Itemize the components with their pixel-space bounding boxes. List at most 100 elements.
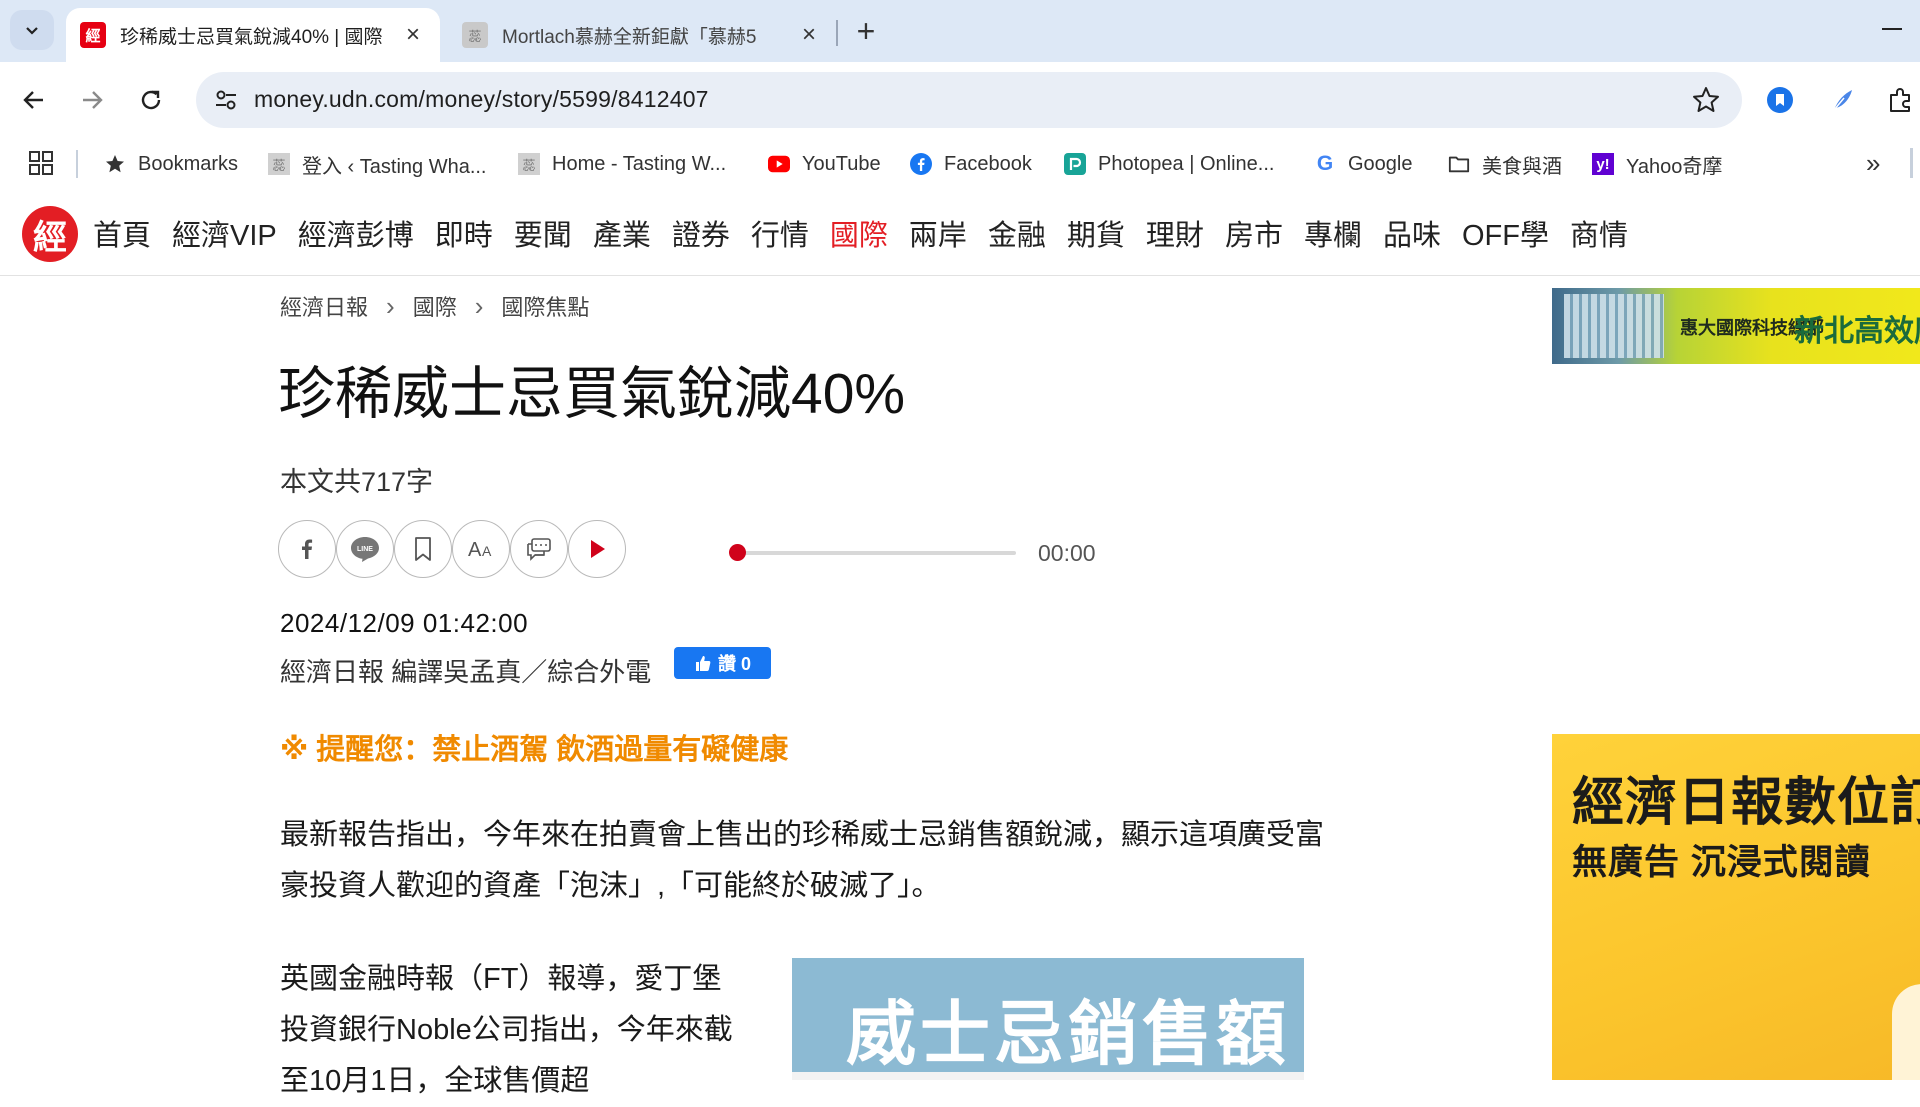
apps-grid-icon[interactable] [28, 150, 54, 176]
site-nav: 經 首頁 經濟VIP 經濟彭博 即時 要聞 產業 證券 行情 國際 兩岸 金融 期貨 理財 房市 專欄 品味 O… [0, 192, 1920, 276]
breadcrumb: 經濟日報 › 國際 › 國際焦點 [280, 290, 589, 322]
site-logo[interactable]: 經 [22, 206, 78, 262]
tab-title: 珍稀威士忌買氣銳減40% | 國際 [120, 26, 383, 48]
play-icon [591, 540, 605, 558]
article-image[interactable]: 威士忌銷售額 [792, 958, 1304, 1080]
folder-icon [1448, 153, 1470, 175]
udn-logo: 經 [80, 22, 106, 48]
tab-title: Mortlach慕赫全新鉅獻「慕赫5 [502, 26, 757, 48]
tab-search-button[interactable] [10, 10, 54, 50]
bookmark-item[interactable]: G Google [1314, 148, 1413, 180]
article-paragraph: 最新報告指出，今年來在拍賣會上售出的珍稀威士忌銷售額銳減，顯示這項廣受富豪投資人… [280, 819, 1325, 902]
tasting-logo: 蕊 [268, 153, 290, 175]
nav-item[interactable]: 行情 [751, 212, 809, 254]
close-icon[interactable]: × [798, 23, 820, 47]
nav-item[interactable]: 專欄 [1304, 212, 1362, 254]
share-facebook-button[interactable] [278, 520, 336, 578]
tab-active[interactable]: 經 珍稀威士忌買氣銳減40% | 國際 × [66, 8, 440, 62]
comment-button[interactable] [510, 520, 568, 578]
forward-button[interactable] [70, 78, 114, 122]
word-count: 本文共717字 [280, 467, 434, 497]
bookmark-item[interactable]: y! Yahoo奇摩 [1592, 148, 1722, 180]
chevron-right-icon: › [386, 290, 395, 321]
breadcrumb-item[interactable]: 國際焦點 [501, 290, 589, 322]
back-button[interactable] [12, 78, 56, 122]
ad-banner[interactable]: 惠大國際科技總部 新北高效廊 [1552, 288, 1920, 364]
nav-item[interactable]: OFF學 [1462, 212, 1549, 254]
google-icon: G [1316, 152, 1334, 175]
nav-item[interactable]: 品味 [1383, 212, 1441, 254]
close-icon[interactable]: × [402, 23, 424, 47]
nav-item[interactable]: 即時 [435, 212, 493, 254]
nav-item[interactable]: 產業 [593, 212, 651, 254]
share-line-button[interactable]: LINE [336, 520, 394, 578]
more-bookmarks-icon[interactable]: » [1866, 148, 1880, 179]
youtube-icon [768, 153, 790, 175]
bookmark-divider [76, 150, 78, 178]
bookmark-folder[interactable]: 美食與酒 [1448, 148, 1562, 180]
minimize-button[interactable] [1882, 28, 1902, 30]
address-bar[interactable]: money.udn.com/money/story/5599/8412407 [196, 72, 1742, 128]
new-tab-button[interactable]: + [846, 12, 886, 52]
font-size-button[interactable]: AA [452, 520, 510, 578]
image-caption: 威士忌銷售額 [846, 995, 1290, 1073]
article-title: 珍稀威士忌買氣銳減40% [278, 362, 906, 426]
svg-text:A: A [482, 543, 492, 559]
nav-item[interactable]: 期貨 [1067, 212, 1125, 254]
play-audio-button[interactable] [568, 520, 626, 578]
nav-item[interactable]: 證券 [672, 212, 730, 254]
nav-item[interactable]: 金融 [988, 212, 1046, 254]
nav-item[interactable]: 房市 [1225, 212, 1283, 254]
nav-item[interactable]: 國際 [830, 212, 888, 254]
site-settings-icon[interactable] [212, 86, 240, 114]
nav-item[interactable]: 理財 [1146, 212, 1204, 254]
breadcrumb-item[interactable]: 經濟日報 [280, 290, 368, 322]
tab-strip: 經 珍稀威士忌買氣銳減40% | 國際 × 蕊 Mortlach慕赫全新鉅獻「慕… [0, 0, 1920, 62]
bookmark-item[interactable]: YouTube [768, 148, 881, 180]
reload-icon [141, 90, 161, 110]
person-image [1892, 984, 1920, 1080]
extensions-puzzle-icon[interactable] [1884, 84, 1916, 116]
bookmark-item[interactable]: 蕊 登入 ‹ Tasting Wha... [268, 148, 487, 180]
tab-inactive[interactable]: 蕊 Mortlach慕赫全新鉅獻「慕赫5 × [448, 8, 836, 62]
tasting-logo: 蕊 [518, 153, 540, 175]
audio-time: 00:00 [1038, 540, 1096, 566]
publish-datetime: 2024/12/09 01:42:00 [280, 608, 529, 638]
nav-item[interactable]: 經濟VIP [172, 212, 277, 254]
reload-button[interactable] [129, 78, 173, 122]
bookmark-star-icon[interactable] [1690, 84, 1722, 116]
extension-bookmark-icon[interactable] [1764, 84, 1796, 116]
browser-toolbar: money.udn.com/money/story/5599/8412407 [0, 62, 1920, 136]
ad-subtitle: 無廣告 沉浸式閱讀 [1572, 843, 1871, 882]
bookmark-item[interactable]: Facebook [910, 148, 1032, 180]
nav-item[interactable]: 首頁 [93, 212, 151, 254]
bookmark-item[interactable]: Photopea | Online... [1064, 148, 1274, 180]
audio-progress-track[interactable] [734, 551, 1016, 555]
url-text: money.udn.com/money/story/5599/8412407 [254, 86, 709, 112]
facebook-icon [302, 539, 313, 559]
photopea-icon [1064, 153, 1086, 175]
facebook-like-button[interactable]: 讚 0 [674, 647, 771, 679]
subscription-ad[interactable]: 經濟日報數位訂 無廣告 沉浸式閱讀 [1552, 734, 1920, 1080]
bookmark-divider [1910, 148, 1913, 178]
breadcrumb-item[interactable]: 國際 [413, 290, 457, 322]
tab-divider [836, 20, 838, 46]
line-icon: LINE [351, 537, 379, 562]
drinking-warning: ※ 提醒您：禁止酒駕 飲酒過量有礙健康 [280, 734, 789, 766]
star-icon [104, 153, 126, 175]
nav-item[interactable]: 經濟彭博 [298, 212, 414, 254]
facebook-icon [910, 153, 932, 175]
nav-item[interactable]: 兩岸 [909, 212, 967, 254]
comment-icon [527, 538, 551, 561]
extension-feather-icon[interactable] [1826, 84, 1858, 116]
chevron-right-icon: › [474, 290, 484, 321]
audio-progress-handle[interactable] [729, 544, 746, 561]
bookmark-button[interactable] [394, 520, 452, 578]
ad-title: 經濟日報數位訂 [1572, 774, 1920, 832]
bookmark-item[interactable]: Bookmarks [104, 148, 238, 180]
article-paragraph: 英國金融時報（FT）報導，愛丁堡投資銀行Noble公司指出，今年來截至10月1日… [280, 963, 733, 1097]
forward-arrow-icon [83, 91, 103, 109]
nav-item[interactable]: 商情 [1570, 212, 1628, 254]
nav-item[interactable]: 要聞 [514, 212, 572, 254]
bookmark-item[interactable]: 蕊 Home - Tasting W... [518, 148, 726, 180]
